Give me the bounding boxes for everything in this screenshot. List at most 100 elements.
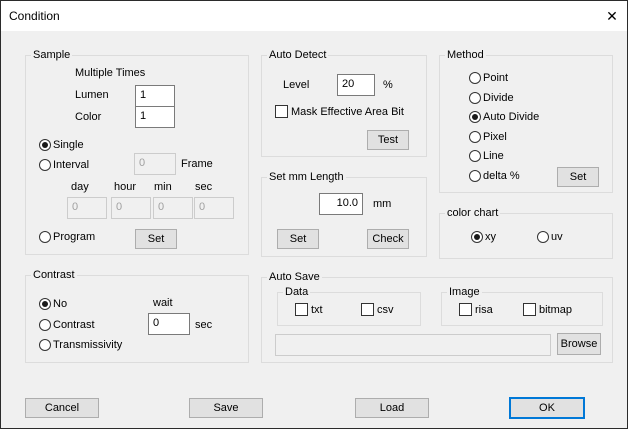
color-chart-uv-radio[interactable]: uv bbox=[537, 231, 563, 243]
cancel-button[interactable]: Cancel bbox=[25, 398, 99, 418]
method-auto-divide-label: Auto Divide bbox=[483, 111, 540, 123]
radio-indicator-off bbox=[469, 150, 481, 162]
contrast-no-label: No bbox=[53, 298, 68, 310]
method-auto-divide-radio[interactable]: Auto Divide bbox=[469, 111, 539, 123]
ok-button[interactable]: OK bbox=[509, 397, 585, 419]
check-label: Check bbox=[372, 233, 404, 245]
program-label: Program bbox=[53, 231, 96, 243]
cancel-label: Cancel bbox=[44, 402, 80, 414]
image-subgroup-title: Image bbox=[447, 286, 482, 298]
data-subgroup-title: Data bbox=[283, 286, 311, 298]
bitmap-label: bitmap bbox=[539, 303, 573, 316]
color-chart-xy-radio[interactable]: xy bbox=[471, 231, 496, 243]
mm-set-label: Set bbox=[289, 233, 307, 245]
method-divide-radio[interactable]: Divide bbox=[469, 92, 514, 104]
csv-checkbox[interactable]: csv bbox=[361, 303, 394, 316]
save-button[interactable]: Save bbox=[189, 398, 263, 418]
level-field[interactable]: 20 bbox=[337, 74, 375, 96]
min-field[interactable]: 0 bbox=[153, 197, 193, 219]
contrast-no-radio[interactable]: No bbox=[39, 298, 67, 310]
save-path-field[interactable] bbox=[275, 334, 551, 356]
window-title: Condition bbox=[9, 9, 60, 23]
percent-label: % bbox=[383, 79, 393, 91]
method-line-label: Line bbox=[483, 150, 504, 162]
mask-label: Mask Effective Area Bit bbox=[291, 105, 404, 118]
color-chart-group-title: color chart bbox=[445, 207, 501, 219]
browse-button[interactable]: Browse bbox=[557, 333, 601, 355]
sample-set-label: Set bbox=[147, 233, 165, 245]
lumen-field[interactable]: 1 bbox=[135, 85, 175, 107]
interval-field[interactable]: 0 bbox=[134, 153, 176, 175]
mm-length-group-title: Set mm Length bbox=[267, 171, 346, 183]
bitmap-checkbox[interactable]: bitmap bbox=[523, 303, 572, 316]
radio-indicator-off bbox=[469, 170, 481, 182]
method-delta-label: delta % bbox=[483, 170, 520, 182]
sec-field[interactable]: 0 bbox=[194, 197, 234, 219]
interval-radio[interactable]: Interval bbox=[39, 159, 89, 171]
test-button[interactable]: Test bbox=[367, 130, 409, 150]
multiple-times-label: Multiple Times bbox=[75, 67, 146, 79]
load-button[interactable]: Load bbox=[355, 398, 429, 418]
wait-field[interactable]: 0 bbox=[148, 313, 190, 335]
wait-label: wait bbox=[153, 297, 173, 309]
hour-label: hour bbox=[114, 181, 137, 193]
sample-group-title: Sample bbox=[31, 49, 73, 61]
test-label: Test bbox=[377, 134, 399, 146]
risa-label: risa bbox=[475, 303, 493, 316]
mm-length-field[interactable]: 10.0 bbox=[319, 193, 363, 215]
method-point-radio[interactable]: Point bbox=[469, 72, 508, 84]
min-label: min bbox=[154, 181, 172, 193]
auto-detect-group-title: Auto Detect bbox=[267, 49, 329, 61]
condition-dialog: Condition ✕ Sample Multiple Times Lumen … bbox=[0, 0, 628, 429]
method-set-button[interactable]: Set bbox=[557, 167, 599, 187]
program-radio[interactable]: Program bbox=[39, 231, 95, 243]
contrast-group-title: Contrast bbox=[31, 269, 77, 281]
day-field[interactable]: 0 bbox=[67, 197, 107, 219]
method-point-label: Point bbox=[483, 72, 509, 84]
radio-indicator-off bbox=[469, 92, 481, 104]
method-pixel-radio[interactable]: Pixel bbox=[469, 131, 507, 143]
color-chart-xy-label: xy bbox=[485, 231, 496, 243]
csv-label: csv bbox=[377, 303, 394, 316]
color-field[interactable]: 1 bbox=[135, 106, 175, 128]
method-set-label: Set bbox=[569, 171, 587, 183]
method-delta-radio[interactable]: delta % bbox=[469, 170, 520, 182]
checkbox-box bbox=[361, 303, 374, 316]
method-divide-label: Divide bbox=[483, 92, 514, 104]
single-radio[interactable]: Single bbox=[39, 139, 84, 151]
radio-indicator-off bbox=[469, 131, 481, 143]
browse-label: Browse bbox=[560, 338, 598, 350]
checkbox-box bbox=[275, 105, 288, 118]
checkbox-box bbox=[459, 303, 472, 316]
radio-indicator-on bbox=[471, 231, 483, 243]
save-label: Save bbox=[213, 402, 239, 414]
color-chart-uv-label: uv bbox=[551, 231, 563, 243]
mask-checkbox[interactable]: Mask Effective Area Bit bbox=[275, 105, 404, 118]
method-group-title: Method bbox=[445, 49, 486, 61]
sec-label: sec bbox=[195, 181, 213, 193]
load-label: Load bbox=[379, 402, 405, 414]
method-line-radio[interactable]: Line bbox=[469, 150, 504, 162]
close-button[interactable]: ✕ bbox=[599, 4, 625, 28]
contrast-transmissivity-radio[interactable]: Transmissivity bbox=[39, 339, 122, 351]
checkbox-box bbox=[295, 303, 308, 316]
sample-set-button[interactable]: Set bbox=[135, 229, 177, 249]
radio-indicator-off bbox=[39, 339, 51, 351]
txt-checkbox[interactable]: txt bbox=[295, 303, 323, 316]
radio-indicator-off bbox=[39, 319, 51, 331]
day-label: day bbox=[71, 181, 89, 193]
title-bar: Condition ✕ bbox=[1, 1, 627, 31]
radio-indicator-off bbox=[537, 231, 549, 243]
color-chart-group: color chart bbox=[439, 207, 613, 259]
radio-indicator-on bbox=[469, 111, 481, 123]
radio-indicator-on bbox=[39, 298, 51, 310]
method-pixel-label: Pixel bbox=[483, 131, 507, 143]
hour-field[interactable]: 0 bbox=[111, 197, 151, 219]
contrast-contrast-radio[interactable]: Contrast bbox=[39, 319, 95, 331]
txt-label: txt bbox=[311, 303, 323, 316]
radio-indicator-off bbox=[39, 159, 51, 171]
mm-set-button[interactable]: Set bbox=[277, 229, 319, 249]
contrast-contrast-label: Contrast bbox=[53, 319, 95, 331]
check-button[interactable]: Check bbox=[367, 229, 409, 249]
risa-checkbox[interactable]: risa bbox=[459, 303, 493, 316]
